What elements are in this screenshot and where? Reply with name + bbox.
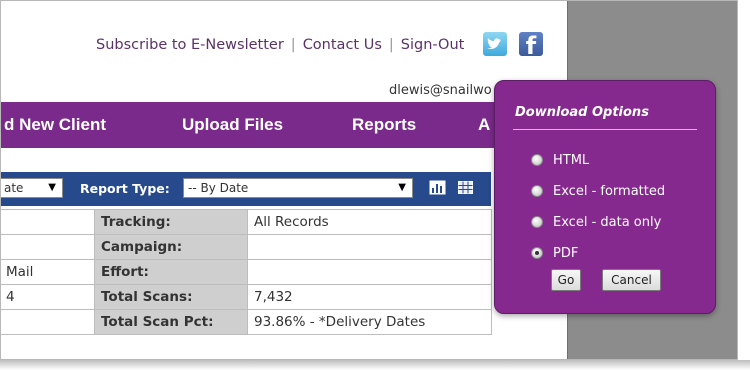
- table-row: Tracking: All Records: [1, 209, 492, 235]
- option-label: Excel - data only: [553, 215, 662, 230]
- table-value: 93.86% - *Delivery Dates: [247, 309, 492, 335]
- table-row: Campaign:: [1, 234, 492, 260]
- report-type-value: -- By Date: [188, 181, 249, 195]
- table-value: [247, 234, 492, 260]
- subscribe-link[interactable]: Subscribe to E-Newsletter: [96, 37, 284, 53]
- nav-item-new-client[interactable]: d New Client: [4, 115, 106, 135]
- twitter-icon[interactable]: [483, 32, 507, 56]
- table-label: Effort:: [94, 259, 248, 285]
- table-label: Total Scans:: [94, 284, 248, 310]
- user-email: dlewis@snailwo: [389, 83, 492, 98]
- table-label: Tracking:: [94, 209, 248, 235]
- bar-chart-glyph: [429, 180, 446, 195]
- chevron-down-icon: ▼: [48, 182, 56, 193]
- table-cell: Mail: [1, 259, 95, 285]
- report-type-label: Report Type:: [80, 181, 170, 196]
- download-options-title: Download Options: [515, 105, 649, 120]
- date-range-select[interactable]: ate ▼: [1, 178, 63, 198]
- facebook-icon[interactable]: f: [519, 32, 543, 60]
- bar-chart-icon[interactable]: [429, 179, 446, 196]
- nav-item-reports[interactable]: Reports: [352, 115, 416, 135]
- table-grid-icon[interactable]: [457, 179, 474, 196]
- table-cell: 4: [1, 284, 95, 310]
- contact-us-link[interactable]: Contact Us: [303, 37, 382, 53]
- report-summary-table: Tracking: All Records Campaign: Mail Eff…: [1, 209, 492, 335]
- download-options-popup: Download Options HTML Excel - formatted …: [494, 80, 716, 314]
- table-value: All Records: [247, 209, 492, 235]
- date-range-value: ate: [4, 181, 24, 195]
- radio-button[interactable]: [531, 216, 543, 228]
- facebook-glyph: f: [525, 32, 537, 60]
- radio-button-selected[interactable]: [531, 247, 543, 259]
- table-cell: [1, 309, 95, 335]
- option-label: PDF: [553, 246, 579, 261]
- option-label: HTML: [553, 153, 590, 168]
- panel-shadow: [0, 360, 750, 370]
- twitter-bird-glyph: [487, 38, 501, 49]
- page-panel: Subscribe to E-Newsletter | Contact Us | Sig…: [0, 0, 738, 360]
- table-row: 4 Total Scans: 7,432: [1, 284, 492, 310]
- table-row: Mail Effort:: [1, 259, 492, 285]
- go-button[interactable]: Go: [551, 269, 581, 291]
- table-value: [247, 259, 492, 285]
- radio-button[interactable]: [531, 154, 543, 166]
- divider: [513, 129, 697, 130]
- report-toolbar: ate ▼ Report Type: -- By Date ▼: [1, 172, 491, 206]
- chevron-down-icon: ▼: [398, 182, 406, 193]
- link-separator: |: [388, 37, 394, 53]
- report-type-select[interactable]: -- By Date ▼: [183, 178, 413, 198]
- table-cell: [1, 234, 95, 260]
- table-cell: [1, 209, 95, 235]
- link-separator: |: [290, 37, 296, 53]
- cancel-button[interactable]: Cancel: [602, 269, 661, 291]
- table-value: 7,432: [247, 284, 492, 310]
- nav-item-more[interactable]: A: [478, 115, 490, 135]
- option-label: Excel - formatted: [553, 184, 666, 199]
- table-row: Total Scan Pct: 93.86% - *Delivery Dates: [1, 309, 492, 335]
- nav-item-upload-files[interactable]: Upload Files: [182, 115, 283, 135]
- table-label: Total Scan Pct:: [94, 309, 248, 335]
- radio-button[interactable]: [531, 185, 543, 197]
- main-nav: d New Client Upload Files Reports A: [1, 102, 568, 148]
- table-label: Campaign:: [94, 234, 248, 260]
- table-grid-glyph: [458, 181, 473, 194]
- header-links: Subscribe to E-Newsletter | Contact Us | Sig…: [96, 37, 464, 53]
- sign-out-link[interactable]: Sign-Out: [401, 37, 465, 53]
